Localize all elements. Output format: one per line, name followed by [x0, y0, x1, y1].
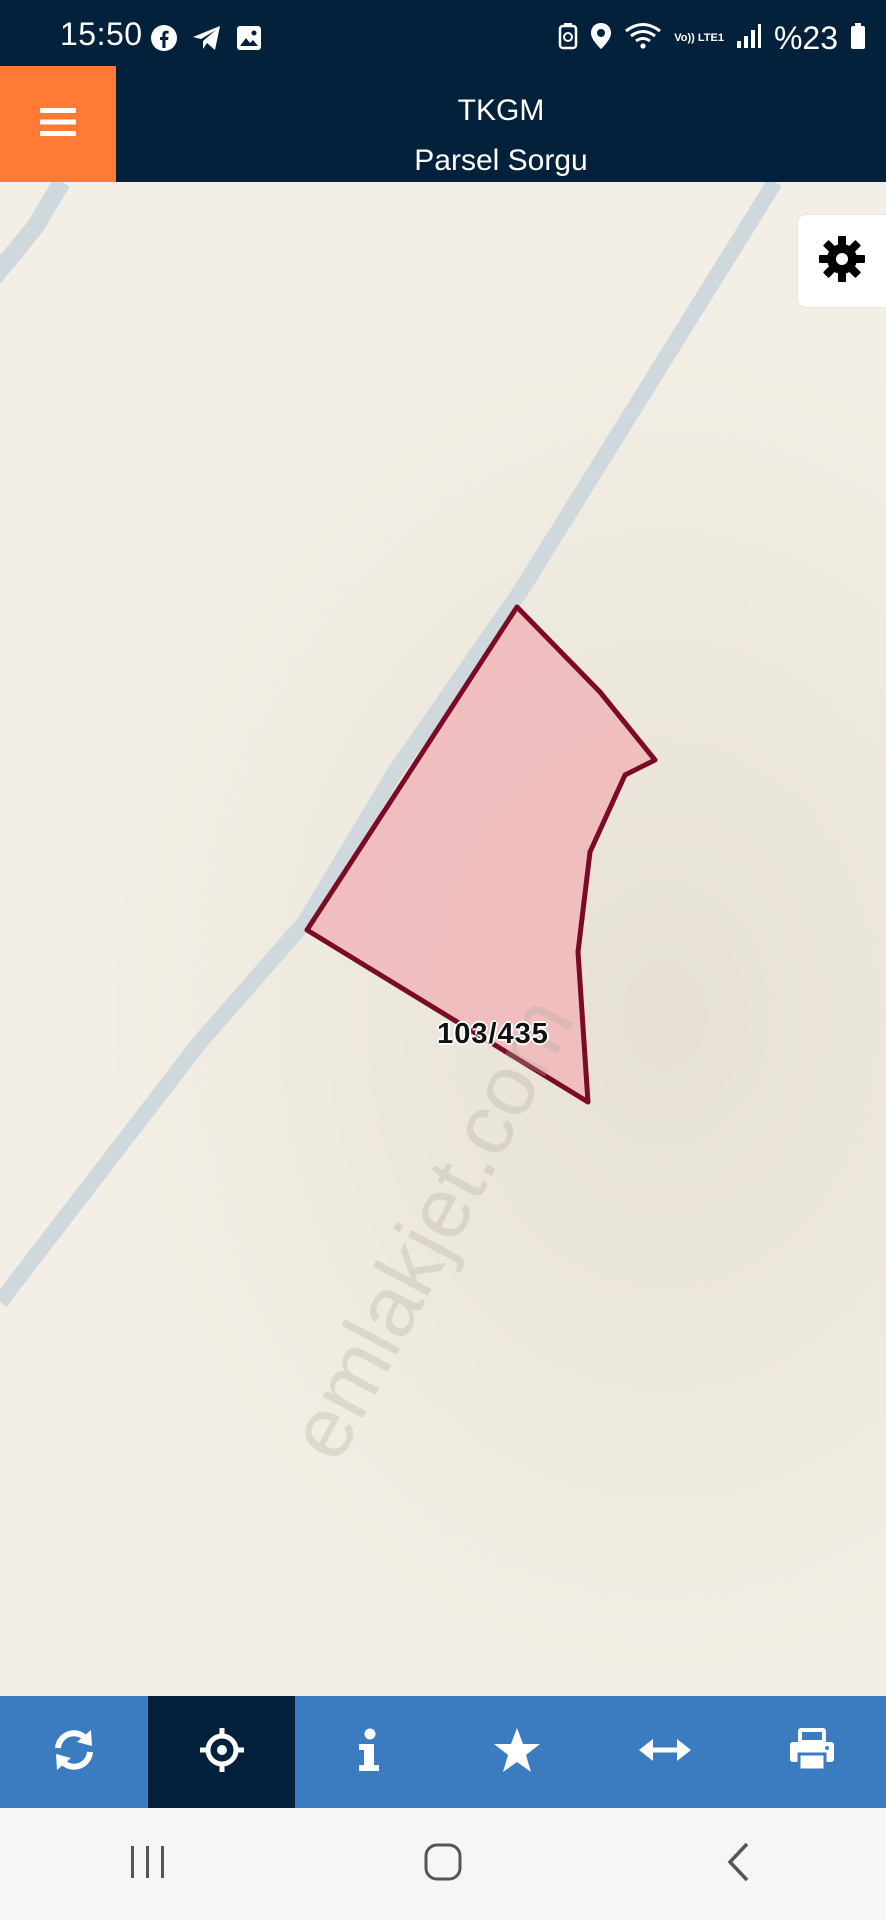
measure-icon	[638, 1737, 691, 1768]
back-button[interactable]	[678, 1824, 798, 1904]
map-view[interactable]: emlakjet.com 103/435	[0, 182, 886, 1696]
locate-button[interactable]	[147, 1696, 296, 1808]
facebook-icon	[150, 24, 178, 57]
status-time: 15:50	[60, 16, 143, 52]
favorites-button[interactable]	[443, 1696, 591, 1808]
volte-lte-icon: Vo)) LTE1	[674, 32, 724, 44]
battery-icon	[850, 22, 866, 55]
system-nav-bar	[0, 1808, 886, 1920]
app-header: TKGM Parsel Sorgu	[0, 66, 886, 182]
measure-button[interactable]	[591, 1696, 739, 1808]
refresh-icon	[50, 1726, 98, 1779]
settings-button[interactable]	[798, 215, 886, 307]
menu-button[interactable]	[0, 66, 116, 182]
info-button[interactable]	[295, 1696, 443, 1808]
wifi-icon	[624, 22, 662, 55]
hamburger-icon	[38, 105, 78, 144]
telegram-icon	[192, 25, 222, 56]
status-bar: 15:50 Vo)) LTE1 %23	[0, 0, 886, 66]
home-button[interactable]	[383, 1824, 503, 1904]
page-subtitle: Parsel Sorgu	[414, 144, 588, 177]
battery-saver-icon	[558, 22, 578, 55]
print-icon	[788, 1727, 836, 1777]
gallery-icon	[236, 25, 262, 56]
parcel-number-label[interactable]: 103/435	[400, 1018, 586, 1051]
bottom-toolbar	[0, 1696, 886, 1808]
page-title: TKGM	[457, 94, 545, 127]
signal-icon	[736, 23, 762, 54]
recent-apps-icon	[128, 1844, 168, 1885]
battery-percent: %23	[773, 20, 838, 56]
back-icon	[725, 1842, 751, 1887]
crosshair-icon	[198, 1726, 246, 1779]
map-canvas	[0, 182, 782, 1307]
info-icon	[354, 1728, 384, 1777]
recent-apps-button[interactable]	[88, 1824, 208, 1904]
refresh-button[interactable]	[0, 1696, 148, 1808]
road-main	[0, 182, 782, 1307]
gear-icon	[817, 234, 867, 289]
star-icon	[493, 1727, 541, 1778]
location-icon	[590, 22, 612, 55]
print-button[interactable]	[738, 1696, 886, 1808]
home-icon	[423, 1842, 463, 1887]
road-corner	[0, 182, 70, 284]
